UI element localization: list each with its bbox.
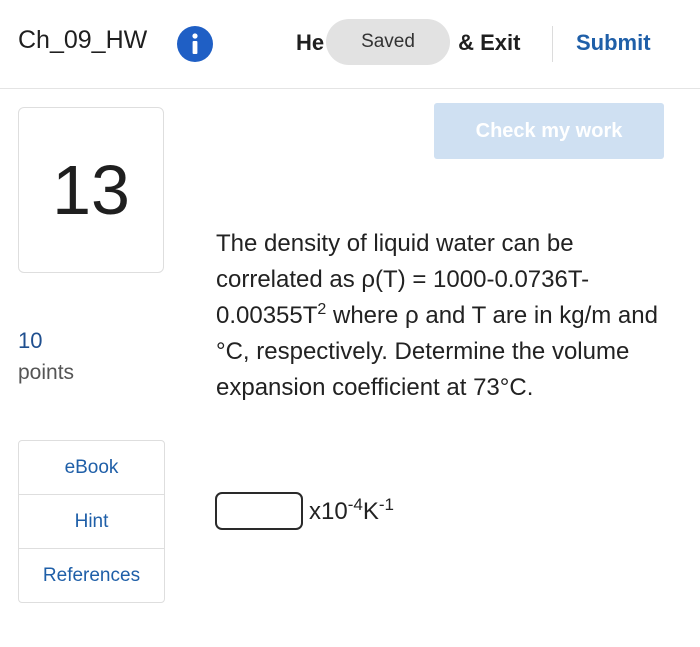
save-exit-label-end: & Exit	[458, 30, 521, 55]
resource-list: eBook Hint References	[18, 440, 165, 603]
assignment-header: Ch_09_HW He & Exit Saved Submit	[0, 0, 700, 89]
header-divider	[552, 26, 553, 62]
answer-unit-exponent: -4	[347, 495, 363, 514]
answer-unit: x10-4K-1	[309, 495, 394, 526]
info-icon[interactable]	[177, 26, 213, 62]
save-exit-label-start: He	[296, 30, 325, 55]
points-label: points	[18, 361, 75, 384]
points-value: 10	[18, 328, 43, 353]
hint-link[interactable]: Hint	[19, 495, 164, 549]
ebook-link[interactable]: eBook	[19, 441, 164, 495]
answer-row: x10-4K-1	[215, 486, 394, 530]
answer-unit-kelvin-exponent: -1	[378, 495, 394, 514]
question-text: The density of liquid water can be corre…	[216, 226, 666, 406]
info-glyph-icon	[192, 33, 198, 54]
references-link[interactable]: References	[19, 549, 164, 602]
submit-button[interactable]: Submit	[576, 30, 651, 56]
question-number: 13	[52, 151, 130, 229]
answer-unit-base: x10	[309, 498, 348, 525]
assignment-title: Ch_09_HW	[18, 26, 148, 54]
saved-status-toast: Saved	[326, 19, 450, 65]
check-my-work-button[interactable]: Check my work	[434, 103, 664, 159]
answer-unit-kelvin: K	[362, 498, 379, 525]
answer-input[interactable]	[215, 492, 303, 530]
question-number-card: 13	[18, 107, 164, 273]
question-text-exponent: 2	[317, 301, 327, 318]
